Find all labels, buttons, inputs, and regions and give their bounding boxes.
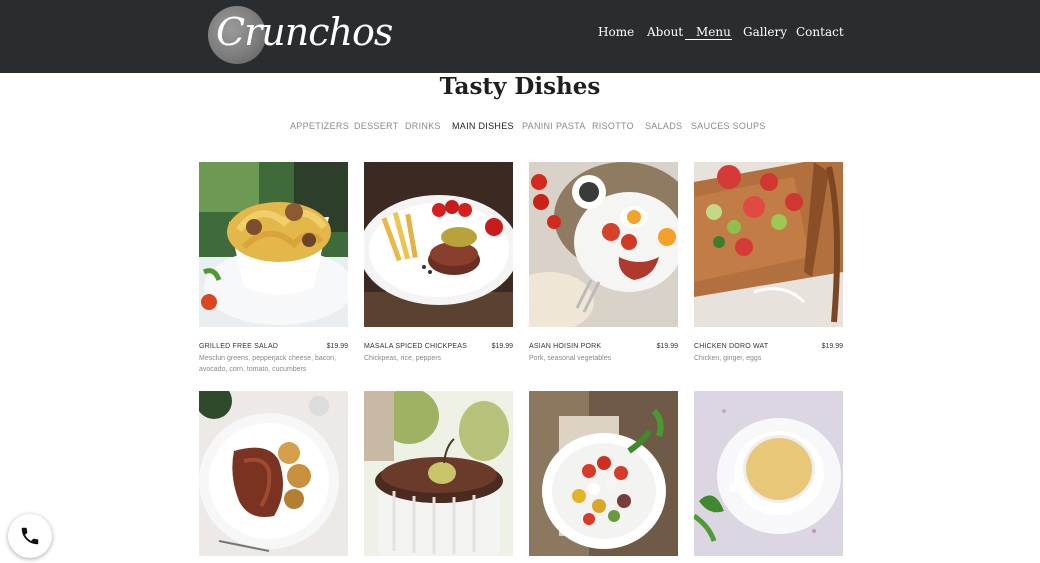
dish-name: CHICKEN DORO WAT [694, 343, 769, 350]
nav-gallery[interactable]: Gallery [743, 25, 787, 39]
brand-logo[interactable]: Crunchos [206, 4, 393, 64]
dish-photo-caprese[interactable] [529, 391, 678, 556]
dish-photo-pasta[interactable] [199, 162, 348, 327]
nav-menu[interactable]: Menu [696, 25, 731, 39]
dish-price: $19.99 [821, 343, 843, 350]
dish-photo-salad-board[interactable] [694, 162, 843, 327]
site-header: Crunchos Home About Menu Gallery Contact [0, 0, 1040, 73]
logo-text: Crunchos [216, 10, 393, 54]
category-drinks[interactable]: DRINKS [405, 121, 441, 131]
nav-active-underline [685, 39, 732, 40]
dish-price: $19.99 [326, 343, 348, 350]
category-main-dishes[interactable]: MAIN DISHES [452, 121, 514, 131]
nav-home[interactable]: Home [598, 25, 634, 39]
dish-name: GRILLED FREE SALAD [199, 343, 279, 350]
dish-description: Pork, seasonal vegetables [529, 355, 612, 362]
dish-photo-souffle[interactable] [364, 391, 513, 556]
dish-photo-grilled-meat[interactable] [199, 391, 348, 556]
nav-about[interactable]: About [647, 25, 683, 39]
category-risotto[interactable]: RISOTTO [592, 121, 634, 131]
dish-photo-steak[interactable] [364, 162, 513, 327]
dish-description: Chickpeas, rice, peppers [364, 355, 442, 362]
category-dessert[interactable]: DESSERT [354, 121, 398, 131]
category-appetizers[interactable]: APPETIZERS [290, 121, 349, 131]
category-panini-pasta[interactable]: PANINI PASTA [522, 121, 586, 131]
page-title: Tasty Dishes [439, 73, 601, 100]
dish-price: $19.99 [656, 343, 678, 350]
call-button[interactable] [8, 514, 52, 558]
category-salads[interactable]: SALADS [645, 121, 682, 131]
dish-photo-breakfast[interactable] [529, 162, 678, 327]
dish-description: Mesclun greens, pepperjack cheese, bacon… [199, 355, 336, 373]
phone-icon [21, 527, 39, 545]
dish-description: Chicken, ginger, eggs [694, 355, 762, 362]
dish-price: $19.99 [491, 343, 513, 350]
dish-name: MASALA SPICED CHICKPEAS [364, 343, 468, 350]
dish-photo-soup[interactable] [694, 391, 843, 556]
nav-contact[interactable]: Contact [796, 25, 844, 39]
category-sauces-soups[interactable]: SAUCES SOUPS [691, 121, 766, 131]
dish-name: ASIAN HOISIN PORK [529, 343, 602, 350]
